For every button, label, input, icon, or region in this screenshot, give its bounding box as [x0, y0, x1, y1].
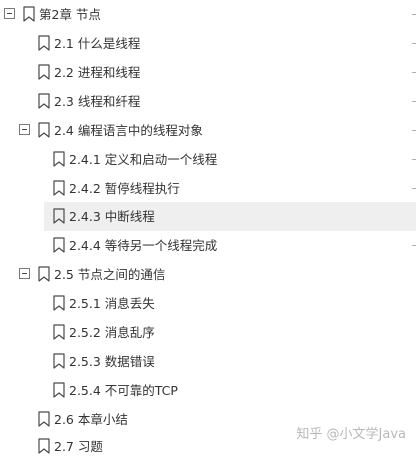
- watermark: 知乎 @小文学Java: [296, 426, 406, 444]
- edge-tick: [412, 72, 416, 73]
- tree-item-label: 2.6 本章小结: [54, 412, 128, 427]
- bookmark-icon: [38, 266, 50, 282]
- tree-item-2-5-3[interactable]: 2.5.3 数据错误: [0, 347, 416, 376]
- toc-tree: 第2章 节点 2.1 什么是线程 2.2 进程和线程 2.3 线程和纤程 2.4…: [0, 0, 416, 459]
- bookmark-icon: [53, 353, 65, 369]
- tree-item-label: 2.5.3 数据错误: [69, 354, 155, 369]
- tree-item-2-4[interactable]: 2.4 编程语言中的线程对象: [0, 116, 416, 145]
- edge-tick: [412, 188, 416, 189]
- edge-tick: [412, 130, 416, 131]
- tree-item-label: 2.5 节点之间的通信: [54, 267, 166, 282]
- bookmark-icon: [38, 93, 50, 109]
- tree-item-2-4-1[interactable]: 2.4.1 定义和启动一个线程: [0, 145, 416, 174]
- tree-item-2-2[interactable]: 2.2 进程和线程: [0, 58, 416, 87]
- tree-item-label: 第2章 节点: [39, 7, 101, 22]
- edge-tick: [412, 43, 416, 44]
- tree-item-label: 2.4.2 暂停线程执行: [69, 181, 180, 196]
- tree-item-2-1[interactable]: 2.1 什么是线程: [0, 29, 416, 58]
- tree-item-label: 2.5.4 不可靠的TCP: [69, 383, 178, 398]
- tree-item-label: 2.2 进程和线程: [54, 65, 141, 80]
- edge-tick: [412, 245, 416, 246]
- edge-tick: [412, 159, 416, 160]
- tree-item-2-4-2[interactable]: 2.4.2 暂停线程执行: [0, 174, 416, 203]
- bookmark-icon: [38, 35, 50, 51]
- tree-item-2-5[interactable]: 2.5 节点之间的通信: [0, 260, 416, 289]
- tree-item-2-3[interactable]: 2.3 线程和纤程: [0, 87, 416, 116]
- tree-item-label: 2.4 编程语言中的线程对象: [54, 123, 203, 138]
- watermark-text: 知乎 @小文学Java: [296, 427, 406, 442]
- tree-item-2-5-4[interactable]: 2.5.4 不可靠的TCP: [0, 376, 416, 405]
- tree-item-label: 2.1 什么是线程: [54, 36, 141, 51]
- collapse-minus-icon[interactable]: [19, 124, 30, 135]
- tree-item-label: 2.5.1 消息丢失: [69, 296, 155, 311]
- bookmark-icon: [53, 295, 65, 311]
- bookmark-icon: [53, 151, 65, 167]
- tree-item-label: 2.4.4 等待另一个线程完成: [69, 238, 218, 253]
- tree-item-2-5-2[interactable]: 2.5.2 消息乱序: [0, 318, 416, 347]
- bookmark-icon: [38, 64, 50, 80]
- bookmark-icon: [53, 180, 65, 196]
- bookmark-icon: [38, 122, 50, 138]
- collapse-minus-icon[interactable]: [4, 8, 15, 19]
- bookmark-icon: [53, 208, 65, 224]
- tree-item-2-5-1[interactable]: 2.5.1 消息丢失: [0, 289, 416, 318]
- bookmark-icon: [53, 324, 65, 340]
- tree-item-label: 2.3 线程和纤程: [54, 94, 141, 109]
- tree-item-label: 2.4.1 定义和启动一个线程: [69, 152, 218, 167]
- tree-item-2-4-3-selected[interactable]: 2.4.3 中断线程: [44, 202, 416, 231]
- bookmark-icon: [38, 438, 50, 454]
- edge-tick: [412, 101, 416, 102]
- tree-item-label: 2.4.3 中断线程: [69, 209, 155, 224]
- bookmark-icon: [38, 411, 50, 427]
- bookmark-icon: [53, 237, 65, 253]
- tree-item-2-4-4[interactable]: 2.4.4 等待另一个线程完成: [0, 231, 416, 260]
- bookmark-icon: [53, 382, 65, 398]
- edge-tick: [412, 14, 416, 15]
- tree-item-label: 2.7 习题: [54, 439, 103, 454]
- tree-item-chapter-2[interactable]: 第2章 节点: [0, 0, 416, 29]
- tree-item-label: 2.5.2 消息乱序: [69, 325, 155, 340]
- bookmark-icon: [23, 6, 35, 22]
- collapse-minus-icon[interactable]: [19, 268, 30, 279]
